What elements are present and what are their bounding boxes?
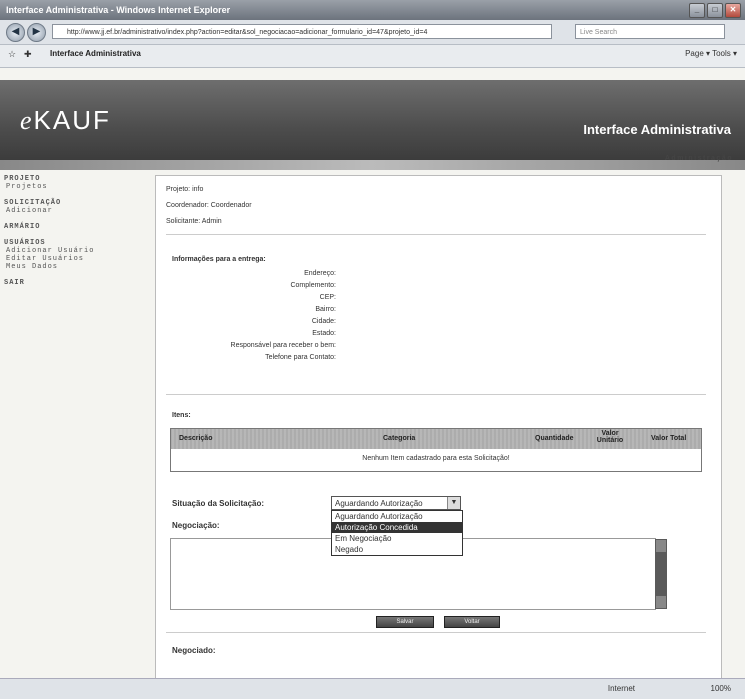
favorites-icon[interactable]: ☆ <box>8 49 16 60</box>
status-bar: Internet 100% <box>0 678 745 699</box>
content-panel: Projeto: info Coordenador: Coordenador S… <box>155 175 722 682</box>
status-option[interactable]: Autorização Concedida <box>332 522 462 533</box>
status-select[interactable]: Aguardando Autorização ▼ <box>331 496 461 510</box>
page-header: eKAUF Interface Administrativa <box>0 80 745 160</box>
back-button[interactable]: Voltar <box>444 616 500 628</box>
maximize-icon[interactable]: □ <box>707 3 723 18</box>
column-header: Valor Total <box>651 435 687 442</box>
solicitante-text: Solicitante: Admin <box>166 218 222 225</box>
status-dropdown: Aguardando Autorização Autorização Conce… <box>331 510 463 556</box>
items-table-header: Descrição Categoria Quantidade Valor Uni… <box>171 429 701 449</box>
close-icon[interactable]: ✕ <box>725 3 741 18</box>
status-option[interactable]: Aguardando Autorização <box>332 511 462 522</box>
column-header: Categoria <box>383 435 416 442</box>
status-option[interactable]: Negado <box>332 544 462 555</box>
projeto-text: Projeto: info <box>166 186 204 193</box>
scrollbar[interactable] <box>655 539 667 609</box>
empty-items-message: Nenhum Item cadastrado para esta Solicit… <box>362 455 510 462</box>
negociacao-label: Negociação: <box>172 521 220 530</box>
coordenador-text: Coordenador: Coordenador <box>166 202 252 209</box>
sidebar-item-editar-usuarios[interactable]: Editar Usuários <box>4 255 144 263</box>
column-header: Quantidade <box>535 435 574 442</box>
status-label: Situação da Solicitação: <box>172 499 265 508</box>
tab-row: ☆ ✚ Interface Administrativa Page ▾ Tool… <box>0 45 745 68</box>
header-title: Interface Administrativa <box>583 122 731 137</box>
status-option[interactable]: Em Negociação <box>332 533 462 544</box>
toolbar-tools[interactable]: Page ▾ Tools ▾ <box>685 49 737 58</box>
header-subtitle: Administração <box>664 155 733 162</box>
items-title: Itens: <box>172 412 191 419</box>
column-header: Valor Unitário <box>596 430 624 444</box>
logo: eKAUF <box>20 105 111 135</box>
sidebar-title: PROJETO <box>4 175 41 183</box>
field-label: Responsável para receber o bem: <box>230 342 336 349</box>
sidebar-item-sair[interactable]: SAIR <box>4 279 144 287</box>
sidebar-section-solicitacao: SOLICITAÇÃO Adicionar <box>4 199 144 215</box>
divider <box>166 234 706 235</box>
divider <box>166 632 706 633</box>
field-label: Telefone para Contato: <box>265 354 336 361</box>
column-header: Descrição <box>179 435 213 442</box>
save-button[interactable]: Salvar <box>376 616 434 628</box>
minimize-icon[interactable]: _ <box>689 3 705 18</box>
forward-icon[interactable]: ▶ <box>27 23 46 42</box>
tab-interface-administrativa[interactable]: Interface Administrativa <box>50 49 141 58</box>
window-title-bar: Interface Administrativa - Windows Inter… <box>0 0 745 20</box>
search-input[interactable]: Live Search <box>575 24 725 39</box>
address-bar[interactable]: http://www.jj.ef.br/administrativo/index… <box>52 24 552 39</box>
back-icon[interactable]: ◀ <box>6 23 25 42</box>
sidebar-section-projeto: PROJETO Projetos <box>4 175 144 191</box>
negociado-label: Negociado: <box>172 646 216 655</box>
sidebar-section-sair: SAIR <box>4 279 144 287</box>
sidebar-item-adicionar-usuario[interactable]: Adicionar Usuário <box>4 247 144 255</box>
sidebar-section-usuarios: USUÁRIOS Adicionar Usuário Editar Usuári… <box>4 239 144 271</box>
field-label: Bairro: <box>315 306 336 313</box>
sidebar-item-armario[interactable]: ARMÁRIO <box>4 223 144 231</box>
sidebar-item-projetos[interactable]: Projetos <box>4 183 144 191</box>
security-zone: Internet <box>607 684 635 693</box>
sidebar-title: SOLICITAÇÃO <box>4 199 62 207</box>
status-selected-value: Aguardando Autorização <box>335 499 423 508</box>
field-label: Estado: <box>312 330 336 337</box>
sidebar: PROJETO Projetos SOLICITAÇÃO Adicionar A… <box>4 175 144 295</box>
zoom-level[interactable]: 100% <box>711 684 731 693</box>
sidebar-section-armario: ARMÁRIO <box>4 223 144 231</box>
divider <box>166 394 706 395</box>
header-stripe <box>0 160 745 170</box>
window-title: Interface Administrativa - Windows Inter… <box>6 5 231 15</box>
chevron-down-icon[interactable]: ▼ <box>447 497 460 509</box>
address-row: ◀ ▶ http://www.jj.ef.br/administrativo/i… <box>0 20 745 45</box>
field-label: Cidade: <box>311 318 336 325</box>
sidebar-item-adicionar[interactable]: Adicionar <box>4 207 144 215</box>
field-label: CEP: <box>319 294 336 301</box>
items-table: Descrição Categoria Quantidade Valor Uni… <box>170 428 702 472</box>
sidebar-item-meus-dados[interactable]: Meus Dados <box>4 263 144 271</box>
add-favorites-icon[interactable]: ✚ <box>24 49 32 60</box>
delivery-title: Informações para a entrega: <box>172 256 266 263</box>
field-label: Complemento: <box>290 282 336 289</box>
sidebar-title: USUÁRIOS <box>4 239 46 247</box>
field-label: Endereço: <box>304 270 336 277</box>
